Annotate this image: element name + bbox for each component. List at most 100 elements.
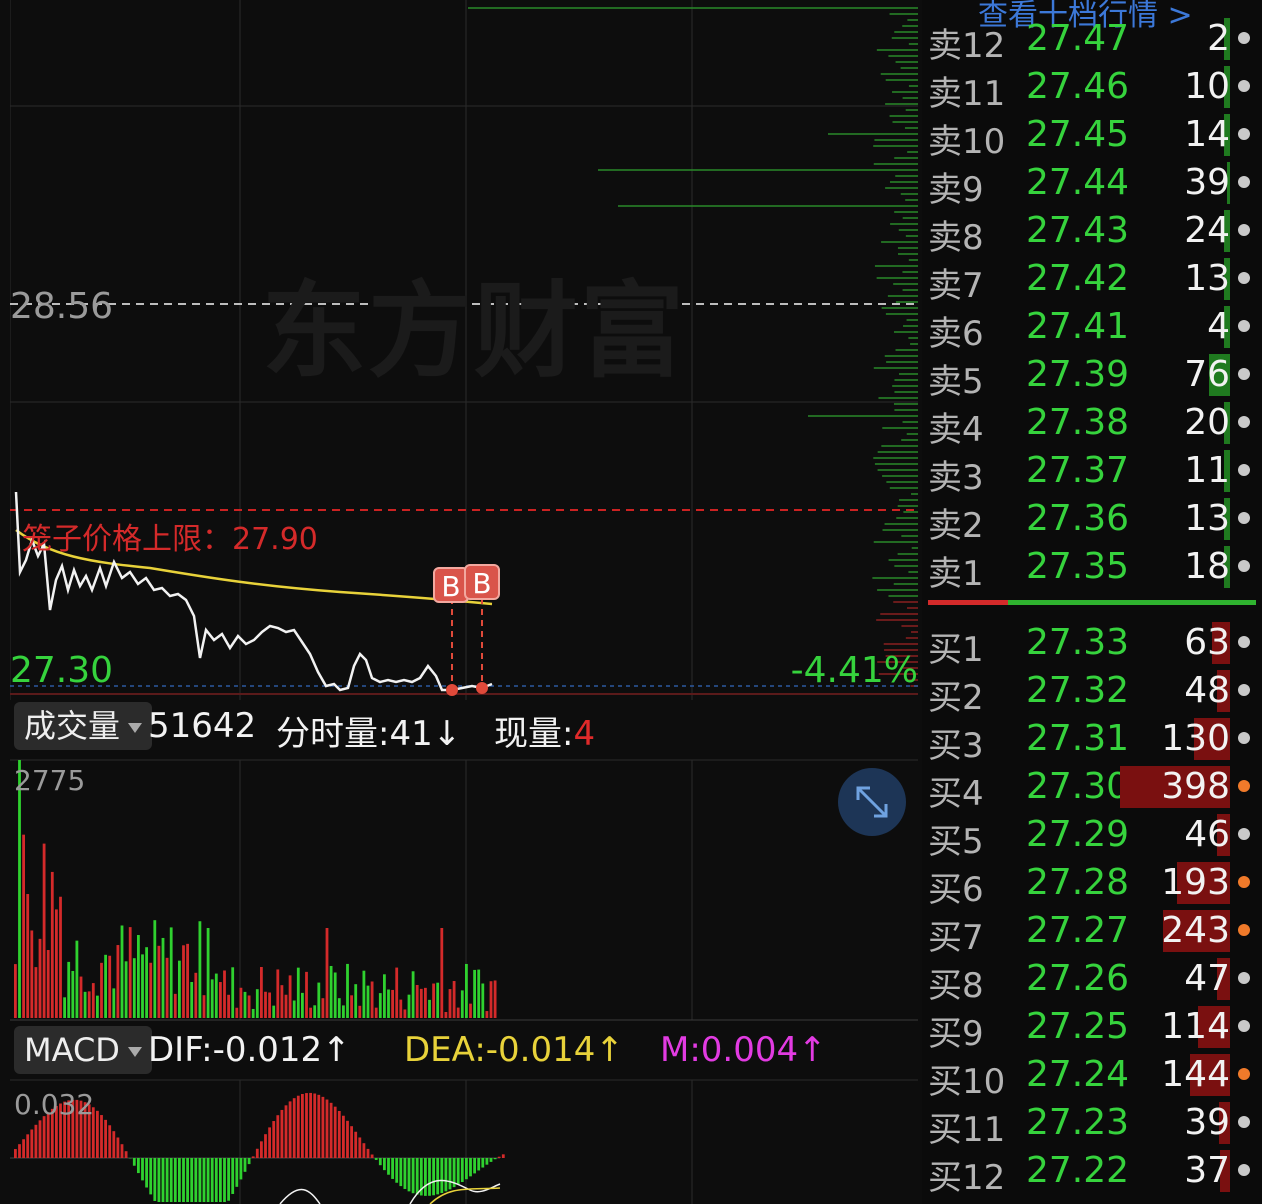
macd-selector-label: MACD [24,1031,120,1069]
dot-icon[interactable] [1238,684,1250,696]
ref-price-label: 28.56 [10,286,114,327]
level-name: 买1 [928,630,984,670]
buy-level-row[interactable]: 买8 27.26 47 [922,954,1262,1006]
level-price: 27.27 [1026,910,1130,951]
current-volume: 现量:4 [494,706,595,755]
level-price: 27.29 [1026,814,1130,855]
level-volume: 13 [1184,498,1230,539]
level-name: 买8 [928,966,984,1006]
level-volume: 13 [1184,258,1230,299]
buy-level-row[interactable]: 买12 27.22 37 [922,1146,1262,1198]
level-volume: 10 [1184,66,1230,107]
dot-icon[interactable] [1238,176,1250,188]
level-price: 27.24 [1026,1054,1130,1095]
buy-level-row[interactable]: 买11 27.23 39 [922,1098,1262,1150]
sell-level-row[interactable]: 卖8 27.43 24 [922,206,1262,258]
dot-icon[interactable] [1238,128,1250,140]
buy-level-row[interactable]: 买1 27.33 63 [922,618,1262,670]
sell-level-row[interactable]: 卖10 27.45 14 [922,110,1262,162]
level-price: 27.41 [1026,306,1130,347]
dot-icon[interactable] [1238,972,1250,984]
buy-level-row[interactable]: 买3 27.31 130 [922,714,1262,766]
level-name: 卖11 [928,74,1006,114]
macd-m: M:0.004↑ [660,1030,827,1070]
buy-marker-2[interactable]: B [472,567,491,600]
sell-level-row[interactable]: 卖5 27.39 76 [922,350,1262,402]
volume-selector[interactable]: 成交量 [14,702,153,750]
sell-level-row[interactable]: 卖2 27.36 13 [922,494,1262,546]
buy-marker-1[interactable]: B [441,570,460,603]
chevron-down-icon [128,723,143,733]
level-price: 27.36 [1026,498,1130,539]
dot-icon[interactable] [1238,464,1250,476]
level-name: 买5 [928,822,984,862]
buy-level-row[interactable]: 买5 27.29 46 [922,810,1262,862]
dot-icon[interactable] [1238,636,1250,648]
level-name: 卖4 [928,410,984,450]
level-name: 买6 [928,870,984,910]
expand-button[interactable] [838,768,906,836]
level-price: 27.22 [1026,1150,1130,1191]
sell-level-row[interactable]: 卖3 27.37 11 [922,446,1262,498]
sell-level-row[interactable]: 卖9 27.44 39 [922,158,1262,210]
sell-level-row[interactable]: 卖1 27.35 18 [922,542,1262,594]
buy-level-row[interactable]: 买4 27.30 398 [922,762,1262,814]
level-name: 买7 [928,918,984,958]
dot-icon[interactable] [1238,780,1250,792]
dot-icon[interactable] [1238,1068,1250,1080]
dot-icon[interactable] [1238,32,1250,44]
buy-level-row[interactable]: 买9 27.25 114 [922,1002,1262,1054]
level-volume: 2 [1207,18,1230,59]
buy-level-row[interactable]: 买2 27.32 48 [922,666,1262,718]
level-volume: 193 [1161,862,1230,903]
chart-area[interactable]: B B 东方财富 28.56 27.30 -4.41% 笼子价格上限：27.90… [10,0,918,1204]
buy-level-row[interactable]: 买6 27.28 193 [922,858,1262,910]
dot-icon[interactable] [1238,732,1250,744]
dot-icon[interactable] [1238,1164,1250,1176]
buy-level-row[interactable]: 买10 27.24 144 [922,1050,1262,1102]
level-volume: 47 [1184,958,1230,999]
level-name: 买2 [928,678,984,718]
level-price: 27.42 [1026,258,1130,299]
dot-icon[interactable] [1238,924,1250,936]
sell-level-row[interactable]: 卖12 27.47 2 [922,14,1262,66]
macd-selector[interactable]: MACD [14,1026,152,1074]
sell-level-row[interactable]: 卖11 27.46 10 [922,62,1262,114]
dot-icon[interactable] [1238,876,1250,888]
level-volume: 18 [1184,546,1230,587]
dot-icon[interactable] [1238,1020,1250,1032]
level-volume: 130 [1161,718,1230,759]
sell-level-row[interactable]: 卖7 27.42 13 [922,254,1262,306]
dot-icon[interactable] [1238,828,1250,840]
level-volume: 39 [1184,1102,1230,1143]
dot-icon[interactable] [1238,272,1250,284]
dot-icon[interactable] [1238,80,1250,92]
dot-icon[interactable] [1238,320,1250,332]
dot-icon[interactable] [1238,1116,1250,1128]
pct-change-label: -4.41% [790,650,918,691]
level-name: 买9 [928,1014,984,1054]
level-price: 27.45 [1026,114,1130,155]
buy-level-row[interactable]: 买7 27.27 243 [922,906,1262,958]
level-volume: 76 [1184,354,1230,395]
level-name: 买11 [928,1110,1006,1150]
level-volume: 398 [1161,766,1230,807]
dot-icon[interactable] [1238,512,1250,524]
chevron-down-icon [127,1047,142,1057]
dot-icon[interactable] [1238,368,1250,380]
sell-level-row[interactable]: 卖4 27.38 20 [922,398,1262,450]
dot-icon[interactable] [1238,416,1250,428]
level-name: 卖10 [928,122,1006,162]
level-name: 买3 [928,726,984,766]
level-price: 27.37 [1026,450,1130,491]
dot-icon[interactable] [1238,224,1250,236]
order-book: 查看十档行情 > 卖12 27.47 2 卖11 27.46 10 卖10 27.45 14 卖9… [922,0,1262,1204]
level-name: 卖5 [928,362,984,402]
dot-icon[interactable] [1238,560,1250,572]
level-volume: 20 [1184,402,1230,443]
volume-bars [14,760,497,1018]
level-price: 27.38 [1026,402,1130,443]
macd-dea: DEA:-0.014↑ [404,1030,624,1070]
level-name: 卖6 [928,314,984,354]
sell-level-row[interactable]: 卖6 27.41 4 [922,302,1262,354]
